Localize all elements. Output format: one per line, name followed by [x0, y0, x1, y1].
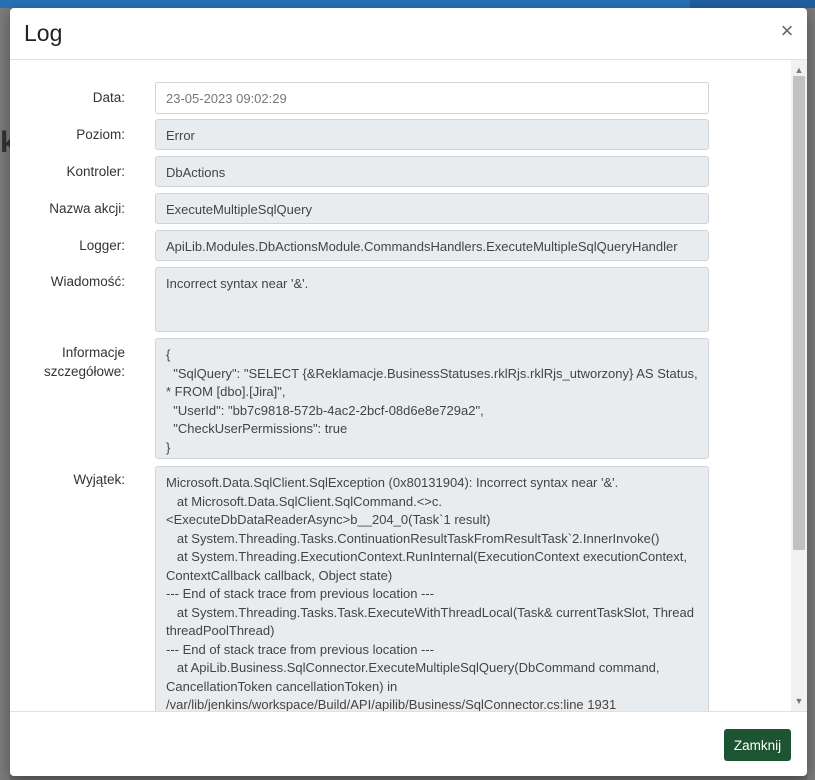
background-page-left: k	[0, 8, 17, 780]
logger-field: ApiLib.Modules.DbActionsModule.CommandsH…	[155, 230, 709, 261]
close-icon[interactable]: ×	[775, 20, 799, 44]
details-label: Informacje szczegółowe:	[43, 345, 125, 379]
data-field[interactable]: 23-05-2023 09:02:29	[155, 82, 709, 114]
exception-label: Wyjątek:	[73, 472, 125, 487]
background-page-right	[807, 8, 815, 780]
modal-body[interactable]: Data: 23-05-2023 09:02:29 Poziom: Error …	[10, 60, 807, 711]
modal-title: Log	[24, 20, 63, 46]
modal-scrollbar[interactable]: ▲ ▼	[791, 60, 807, 711]
logger-label: Logger:	[79, 238, 125, 253]
scroll-thumb[interactable]	[793, 76, 805, 550]
action-name-field: ExecuteMultipleSqlQuery	[155, 193, 709, 224]
controller-field: DbActions	[155, 156, 709, 187]
level-label: Poziom:	[76, 127, 125, 142]
controller-label: Kontroler:	[66, 164, 125, 179]
level-field: Error	[155, 119, 709, 150]
message-label: Wiadomość:	[50, 274, 125, 289]
background-top-bar	[0, 0, 815, 8]
modal-footer: Zamknij	[10, 711, 807, 776]
data-label: Data:	[92, 90, 125, 105]
close-button[interactable]: Zamknij	[724, 729, 791, 761]
modal-header: Log ×	[10, 8, 807, 60]
scroll-down-arrow-icon[interactable]: ▼	[791, 693, 807, 709]
log-modal: Log × Data: 23-05-2023 09:02:29 Poziom: …	[10, 8, 807, 776]
exception-field[interactable]: Microsoft.Data.SqlClient.SqlException (0…	[155, 466, 709, 711]
details-field[interactable]: { "SqlQuery": "SELECT {&Reklamacje.Busin…	[155, 338, 709, 459]
action-name-label: Nazwa akcji:	[49, 201, 125, 216]
message-field[interactable]: Incorrect syntax near '&'.	[155, 267, 709, 332]
